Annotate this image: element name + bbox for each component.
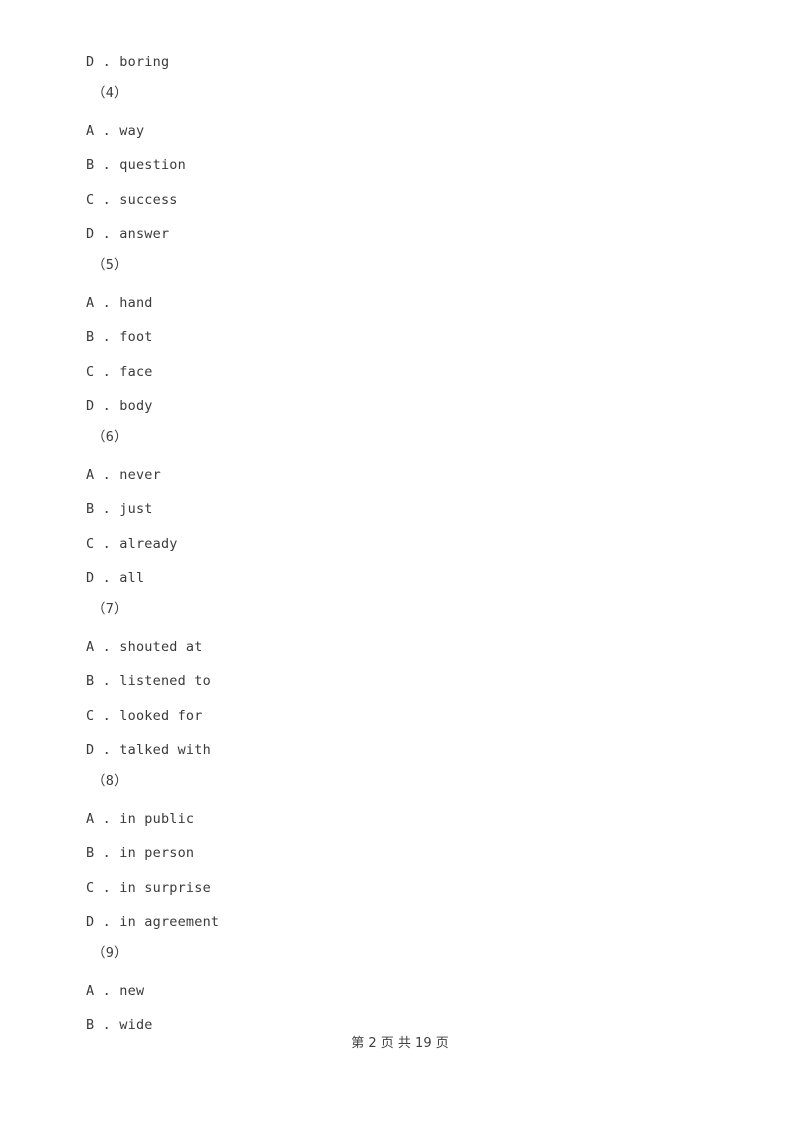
question-number-label: （4） (92, 85, 128, 101)
question-number-label: （6） (92, 429, 128, 445)
answer-option: B . foot (86, 329, 153, 345)
question-number-label: （5） (92, 257, 128, 273)
answer-option: C . in surprise (86, 880, 211, 896)
answer-option: D . all (86, 570, 145, 586)
answer-option: A . hand (86, 295, 153, 311)
document-page: D . boring （4） A . way B . question C . succ… (0, 0, 800, 1132)
answer-option: D . answer (86, 226, 170, 242)
answer-option: D . body (86, 398, 153, 414)
answer-option: B . wide (86, 1017, 153, 1033)
answer-option: C . already (86, 536, 178, 552)
answer-option: B . question (86, 157, 186, 173)
page-footer: 第 2 页 共 19 页 (351, 1036, 449, 1051)
answer-option: D . in agreement (86, 914, 220, 930)
question-number-label: （8） (92, 773, 128, 789)
answer-option: B . just (86, 501, 153, 517)
answer-option: C . success (86, 192, 178, 208)
answer-option: A . in public (86, 811, 195, 827)
answer-option: D . boring (86, 54, 170, 70)
answer-option: D . talked with (86, 742, 211, 758)
answer-option: C . looked for (86, 708, 203, 724)
question-number-label: （9） (92, 945, 128, 961)
answer-option: A . shouted at (86, 639, 203, 655)
answer-option: A . new (86, 983, 145, 999)
answer-option: A . way (86, 123, 145, 139)
answer-option: C . face (86, 364, 153, 380)
answer-option: B . listened to (86, 673, 211, 689)
answer-option: A . never (86, 467, 161, 483)
answer-option: B . in person (86, 845, 195, 861)
question-number-label: （7） (92, 601, 128, 617)
